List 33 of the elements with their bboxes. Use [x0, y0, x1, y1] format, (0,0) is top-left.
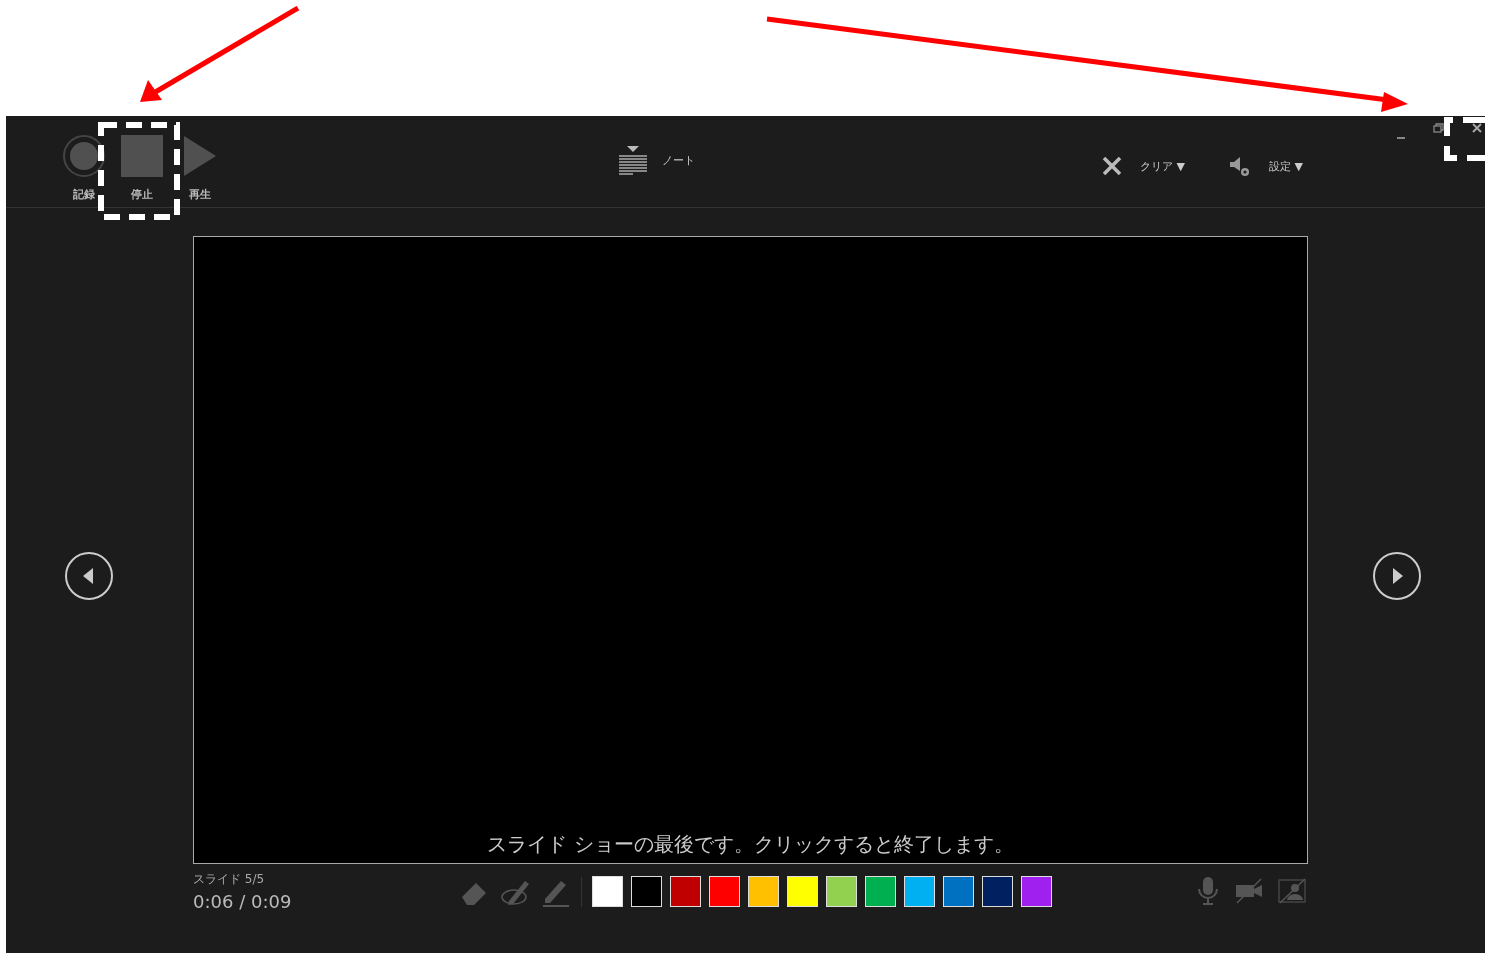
speaker-gear-icon[interactable]	[1228, 156, 1251, 178]
camera-off-icon[interactable]	[1234, 878, 1264, 904]
slide-counter: スライド 5/5	[193, 871, 266, 888]
elapsed-time: 0:06 / 0:09	[193, 890, 293, 914]
record-button[interactable]: 記録	[58, 134, 110, 204]
play-button[interactable]: 再生	[174, 134, 226, 204]
color-swatch[interactable]	[904, 876, 935, 907]
color-swatch[interactable]	[982, 876, 1013, 907]
color-swatch[interactable]	[592, 876, 623, 907]
highlight-frame	[1442, 117, 1485, 162]
person-off-icon[interactable]	[1278, 878, 1306, 904]
stop-icon	[120, 134, 164, 178]
notes-icon	[618, 146, 648, 176]
record-icon	[62, 134, 106, 178]
settings-dropdown[interactable]: 設定 ▼	[1268, 159, 1303, 176]
restore-icon[interactable]	[1433, 122, 1445, 134]
close-icon[interactable]	[1471, 122, 1483, 134]
notes-button[interactable]: ノート	[618, 146, 695, 176]
microphone-icon[interactable]	[1196, 876, 1220, 906]
previous-slide-icon[interactable]	[63, 550, 114, 601]
close-icon[interactable]	[1102, 156, 1122, 176]
next-slide-icon[interactable]	[1371, 550, 1422, 601]
color-swatch[interactable]	[709, 876, 740, 907]
color-swatch[interactable]	[1021, 876, 1052, 907]
slide-message: スライド ショーの最後です。クリックすると終了します。	[487, 831, 1014, 858]
color-swatch[interactable]	[748, 876, 779, 907]
clear-dropdown[interactable]: クリア ▼	[1140, 159, 1185, 176]
color-swatch[interactable]	[943, 876, 974, 907]
color-swatch[interactable]	[631, 876, 662, 907]
color-swatch[interactable]	[865, 876, 896, 907]
color-swatch[interactable]	[670, 876, 701, 907]
color-swatch[interactable]	[826, 876, 857, 907]
color-swatch[interactable]	[787, 876, 818, 907]
